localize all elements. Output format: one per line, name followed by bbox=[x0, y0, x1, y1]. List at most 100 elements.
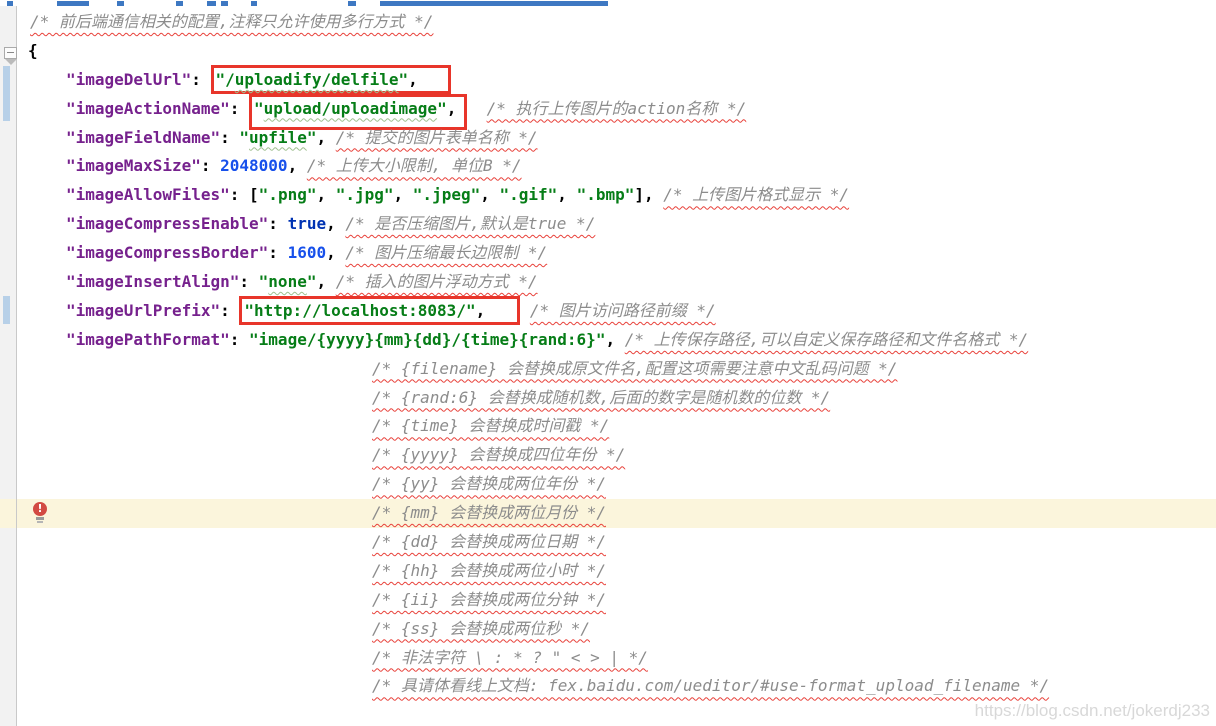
code-key: "imageUrlPrefix" bbox=[66, 300, 221, 320]
code-key: "imageDelUrl" bbox=[66, 69, 192, 89]
code-string: ".jpg" bbox=[335, 185, 394, 205]
tab-fragment bbox=[348, 1, 356, 6]
code-comment: /* 是否压缩图片,默认是true */ bbox=[345, 214, 596, 234]
code-punct: , bbox=[605, 329, 625, 349]
code-string: " bbox=[437, 98, 447, 118]
code-line[interactable]: /* 前后端通信相关的配置,注释只允许使用多行方式 */ bbox=[0, 8, 1216, 37]
code-string: ".gif" bbox=[499, 185, 558, 205]
code-editor-area[interactable]: /* 前后端通信相关的配置,注释只允许使用多行方式 */ { "imageDelUr… bbox=[0, 8, 1216, 701]
tab-fragment bbox=[117, 1, 124, 6]
code-punct: : [ bbox=[229, 185, 259, 205]
code-comment: /* {yyyy} 会替换成四位年份 */ bbox=[372, 445, 626, 465]
code-line[interactable]: /* {ss} 会替换成两位秒 */ bbox=[0, 615, 1216, 644]
code-line[interactable]: "imageCompressBorder": 1600, /* 图片压缩最长边限… bbox=[0, 239, 1216, 268]
code-comment: /* 上传保存路径,可以自定义保存路径和文件名格式 */ bbox=[624, 329, 1029, 349]
code-punct: ], bbox=[634, 185, 664, 205]
code-comment: /* 提交的图片表单名称 */ bbox=[335, 127, 538, 147]
annotation-box: "http://localhost:8083/", bbox=[239, 295, 521, 325]
code-punct: , bbox=[326, 243, 346, 263]
code-line[interactable]: "imageMaxSize": 2048000, /* 上传大小限制, 单位B … bbox=[0, 152, 1216, 181]
tab-fragment bbox=[7, 1, 13, 6]
code-line[interactable]: /* {ii} 会替换成两位分钟 */ bbox=[0, 586, 1216, 615]
code-key: "imageCompressBorder" bbox=[66, 243, 269, 263]
code-string: upload/uploadimage bbox=[263, 98, 438, 118]
code-string: " bbox=[398, 69, 409, 89]
code-string: none bbox=[268, 272, 307, 292]
code-line[interactable]: /* {yy} 会替换成两位年份 */ bbox=[0, 470, 1216, 499]
code-string: ".jpeg" bbox=[412, 185, 481, 205]
tab-fragment bbox=[251, 1, 257, 6]
code-line[interactable]: "imageFieldName": "upfile", /* 提交的图片表单名称… bbox=[0, 124, 1216, 153]
code-comment: /* 插入的图片浮动方式 */ bbox=[335, 272, 538, 292]
tab-fragment bbox=[207, 1, 216, 6]
code-punct: : bbox=[191, 69, 211, 89]
code-punct: : bbox=[268, 214, 288, 234]
code-line[interactable]: /* {rand:6} 会替换成随机数,后面的数字是随机数的位数 */ bbox=[0, 384, 1216, 413]
bulb-base bbox=[36, 517, 44, 521]
code-key: "imagePathFormat" bbox=[66, 329, 230, 349]
code-punct: , bbox=[326, 214, 346, 234]
code-comment: /* {hh} 会替换成两位小时 */ bbox=[372, 560, 606, 580]
change-marker bbox=[3, 296, 10, 324]
code-comment: /* 图片访问路径前缀 */ bbox=[529, 300, 716, 320]
fold-arrow bbox=[4, 59, 17, 65]
tab-fragment bbox=[221, 1, 228, 6]
code-punct: : bbox=[229, 329, 250, 349]
code-comment: /* {time} 会替换成时间戳 */ bbox=[372, 416, 610, 436]
code-string: " bbox=[254, 98, 264, 118]
code-key: "imageMaxSize" bbox=[66, 156, 201, 176]
code-line[interactable]: "imagePathFormat": "image/{yyyy}{mm}{dd}… bbox=[0, 326, 1216, 355]
code-line[interactable]: /* {hh} 会替换成两位小时 */ bbox=[0, 557, 1216, 586]
code-punct: : bbox=[220, 127, 240, 147]
code-number: 1600 bbox=[287, 243, 327, 263]
code-punct: , bbox=[316, 185, 336, 205]
code-line[interactable]: /* 非法字符 \ : * ? " < > | */ bbox=[0, 644, 1216, 673]
code-string: ".bmp" bbox=[576, 185, 635, 205]
code-punct: , bbox=[557, 185, 577, 205]
code-string: upfile bbox=[249, 127, 307, 147]
code-key: "imageAllowFiles" bbox=[66, 185, 230, 205]
active-tab-indicator bbox=[380, 1, 608, 6]
code-comment: /* 图片压缩最长边限制 */ bbox=[345, 243, 548, 263]
code-line[interactable]: /* {yyyy} 会替换成四位年份 */ bbox=[0, 441, 1216, 470]
error-bulb-icon[interactable]: ! bbox=[33, 502, 47, 524]
code-punct: : bbox=[229, 98, 250, 118]
code-line[interactable]: { bbox=[0, 37, 1216, 66]
code-punct: , bbox=[408, 69, 418, 89]
change-marker bbox=[3, 66, 10, 121]
code-line[interactable]: /* {dd} 会替换成两位日期 */ bbox=[0, 528, 1216, 557]
code-line[interactable]: "imageAllowFiles": [".png", ".jpg", ".jp… bbox=[0, 181, 1216, 210]
code-line[interactable]: "imageInsertAlign": "none", /* 插入的图片浮动方式… bbox=[0, 268, 1216, 297]
code-punct: , bbox=[287, 156, 307, 176]
fold-collapse-box bbox=[4, 47, 17, 59]
code-line[interactable]: /* {time} 会替换成时间戳 */ bbox=[0, 412, 1216, 441]
code-line[interactable]: /* 具请体看线上文档: fex.baidu.com/ueditor/#use-… bbox=[0, 672, 1216, 701]
code-comment: /* {mm} 会替换成两位月份 */ bbox=[372, 503, 606, 523]
code-line-highlighted[interactable]: ! /* {mm} 会替换成两位月份 */ bbox=[0, 499, 1216, 529]
code-comment: /* 执行上传图片的action名称 */ bbox=[486, 98, 747, 118]
code-line[interactable]: "imageDelUrl": "/uploadify/delfile", bbox=[0, 64, 1216, 95]
annotation-box: "/uploadify/delfile", bbox=[210, 64, 451, 94]
code-punct: , bbox=[393, 185, 413, 205]
code-line[interactable]: /* {filename} 会替换成原文件名,配置这项需要注意中文乱码问题 */ bbox=[0, 355, 1216, 384]
code-comment: /* 前后端通信相关的配置,注释只允许使用多行方式 */ bbox=[30, 12, 434, 31]
code-comment: /* {ss} 会替换成两位秒 */ bbox=[372, 618, 590, 638]
code-comment: /* 具请体看线上文档: fex.baidu.com/ueditor/#use-… bbox=[372, 676, 1050, 696]
code-line[interactable]: "imageCompressEnable": true, /* 是否压缩图片,默… bbox=[0, 210, 1216, 239]
code-comment: /* 非法字符 \ : * ? " < > | */ bbox=[372, 647, 648, 667]
code-punct: , bbox=[316, 272, 336, 292]
code-key: "imageFieldName" bbox=[66, 127, 221, 147]
fold-marker-icon[interactable] bbox=[4, 47, 17, 65]
code-punct: , bbox=[316, 127, 336, 147]
code-comment: /* 上传大小限制, 单位B */ bbox=[306, 156, 522, 176]
code-punct: , bbox=[475, 300, 486, 320]
code-line[interactable]: "imageUrlPrefix": "http://localhost:8083… bbox=[0, 295, 1216, 326]
code-string: "http://localhost:8083/" bbox=[244, 300, 476, 320]
code-punct: { bbox=[28, 40, 38, 60]
code-comment: /* {filename} 会替换成原文件名,配置这项需要注意中文乱码问题 */ bbox=[372, 358, 898, 378]
code-line[interactable]: "imageActionName": "upload/uploadimage",… bbox=[0, 93, 1216, 130]
bulb-base bbox=[37, 521, 43, 524]
gutter-divider bbox=[16, 6, 17, 726]
code-key: "imageInsertAlign" bbox=[66, 272, 240, 292]
code-string: "image/{yyyy}{mm}{dd}/{time}{rand:6}" bbox=[249, 329, 606, 349]
